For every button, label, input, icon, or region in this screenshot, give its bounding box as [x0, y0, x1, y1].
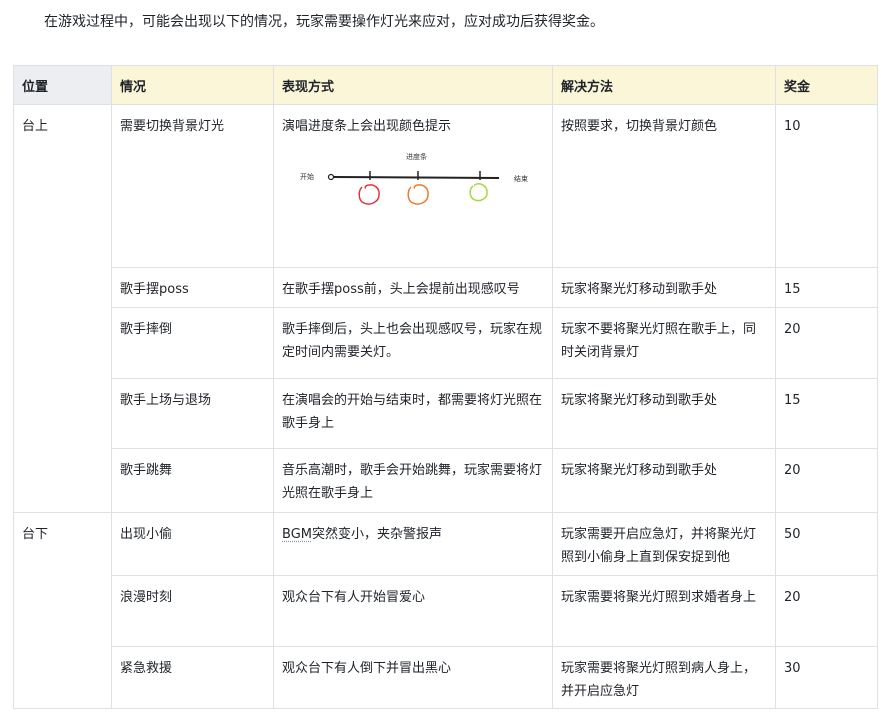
table-row: 歌手摆poss 在歌手摆poss前，头上会提前出现感叹号 玩家将聚光灯移动到歌手… [14, 267, 878, 308]
progress-bar-figure: 进度条 开始 结束 [300, 152, 528, 205]
solution-cell: 玩家将聚光灯移动到歌手处 [552, 378, 776, 449]
header-situation: 情况 [111, 65, 274, 105]
situation-cell: 浪漫时刻 [111, 575, 274, 647]
reward-cell: 20 [775, 575, 878, 647]
header-reward: 奖金 [775, 65, 878, 105]
situation-cell: 歌手摔倒 [111, 307, 274, 379]
expression-text: 演唱进度条上会出现颜色提示 [282, 119, 452, 134]
table-row: 歌手摔倒 歌手摔倒后，头上也会出现感叹号，玩家在规定时间内需要关灯。 玩家不要将… [14, 307, 878, 379]
expression-cell: 在演唱会的开始与结束时，都需要将灯光照在歌手身上 [273, 378, 553, 449]
progress-marker-green [469, 183, 488, 202]
reward-cell: 30 [775, 646, 878, 709]
solution-cell: 玩家不要将聚光灯照在歌手上，同时关闭背景灯 [552, 307, 776, 379]
progress-marker-red [358, 184, 380, 205]
situation-cell: 需要切换背景灯光 [111, 104, 274, 268]
solution-cell: 玩家需要开启应急灯，并将聚光灯照到小偷身上直到保安捉到他 [552, 512, 776, 576]
table-row: 紧急救援 观众台下有人倒下并冒出黑心 玩家需要将聚光灯照到病人身上，并开启应急灯… [14, 646, 878, 709]
solution-cell: 玩家需要将聚光灯照到求婚者身上 [552, 575, 776, 647]
reward-cell: 20 [775, 307, 878, 379]
intro-paragraph: 在游戏过程中，可能会出现以下的情况，玩家需要操作灯光来应对，应对成功后获得奖金。 [44, 14, 604, 30]
solution-cell: 玩家将聚光灯移动到歌手处 [552, 267, 776, 308]
reward-cell: 50 [775, 512, 878, 576]
situation-cell: 歌手跳舞 [111, 448, 274, 513]
header-solution: 解决方法 [552, 65, 776, 105]
situation-cell: 出现小偷 [111, 512, 274, 576]
table-row: 台上 需要切换背景灯光 演唱进度条上会出现颜色提示 进度条 开始 结束 按照要求… [13, 104, 878, 513]
position-cell-offstage: 台下 [13, 512, 112, 709]
reward-cell: 10 [775, 104, 878, 268]
bgm-term: BGM [282, 527, 312, 542]
expression-cell: 演唱进度条上会出现颜色提示 进度条 开始 结束 [273, 104, 553, 268]
table-row: 浪漫时刻 观众台下有人开始冒爱心 玩家需要将聚光灯照到求婚者身上 20 [14, 575, 878, 647]
reward-cell: 15 [775, 378, 878, 449]
progress-marker-orange [407, 184, 429, 205]
solution-cell: 玩家需要将聚光灯照到病人身上，并开启应急灯 [552, 646, 776, 709]
solution-cell: 玩家将聚光灯移动到歌手处 [552, 448, 776, 513]
situation-table: 位置 情况 表现方式 解决方法 奖金 台上 需要切换背景灯光 演唱进度条上会出现… [13, 65, 878, 709]
position-cell-onstage: 台上 [13, 104, 112, 513]
situation-cell: 歌手上场与退场 [111, 378, 274, 449]
header-position: 位置 [13, 65, 112, 105]
progress-start-label: 开始 [300, 172, 314, 181]
table-row: 歌手上场与退场 在演唱会的开始与结束时，都需要将灯光照在歌手身上 玩家将聚光灯移… [14, 378, 878, 449]
solution-cell: 按照要求，切换背景灯颜色 [552, 104, 776, 268]
expression-cell: 观众台下有人倒下并冒出黑心 [273, 646, 553, 709]
table-row: 台下 出现小偷 BGM突然变小，夹杂警报声 玩家需要开启应急灯，并将聚光灯照到小… [13, 512, 878, 709]
table-header-row: 位置 情况 表现方式 解决方法 奖金 [13, 65, 878, 105]
expression-cell: 歌手摔倒后，头上也会出现感叹号，玩家在规定时间内需要关灯。 [273, 307, 553, 379]
header-expression: 表现方式 [273, 65, 553, 105]
progress-end-label: 结束 [514, 174, 528, 183]
expression-text: 突然变小，夹杂警报声 [311, 527, 442, 542]
reward-cell: 15 [775, 267, 878, 308]
situation-cell: 歌手摆poss [111, 267, 274, 308]
table-row: 歌手跳舞 音乐高潮时，歌手会开始跳舞，玩家需要将灯光照在歌手身上 玩家将聚光灯移… [14, 448, 878, 513]
progress-bar-title: 进度条 [406, 152, 427, 161]
expression-cell: BGM突然变小，夹杂警报声 [273, 512, 553, 576]
progress-start-knob [327, 173, 335, 181]
progress-track [332, 176, 500, 179]
expression-cell: 在歌手摆poss前，头上会提前出现感叹号 [273, 267, 553, 308]
situation-cell: 紧急救援 [111, 646, 274, 709]
expression-cell: 音乐高潮时，歌手会开始跳舞，玩家需要将灯光照在歌手身上 [273, 448, 553, 513]
expression-cell: 观众台下有人开始冒爱心 [273, 575, 553, 647]
reward-cell: 20 [775, 448, 878, 513]
